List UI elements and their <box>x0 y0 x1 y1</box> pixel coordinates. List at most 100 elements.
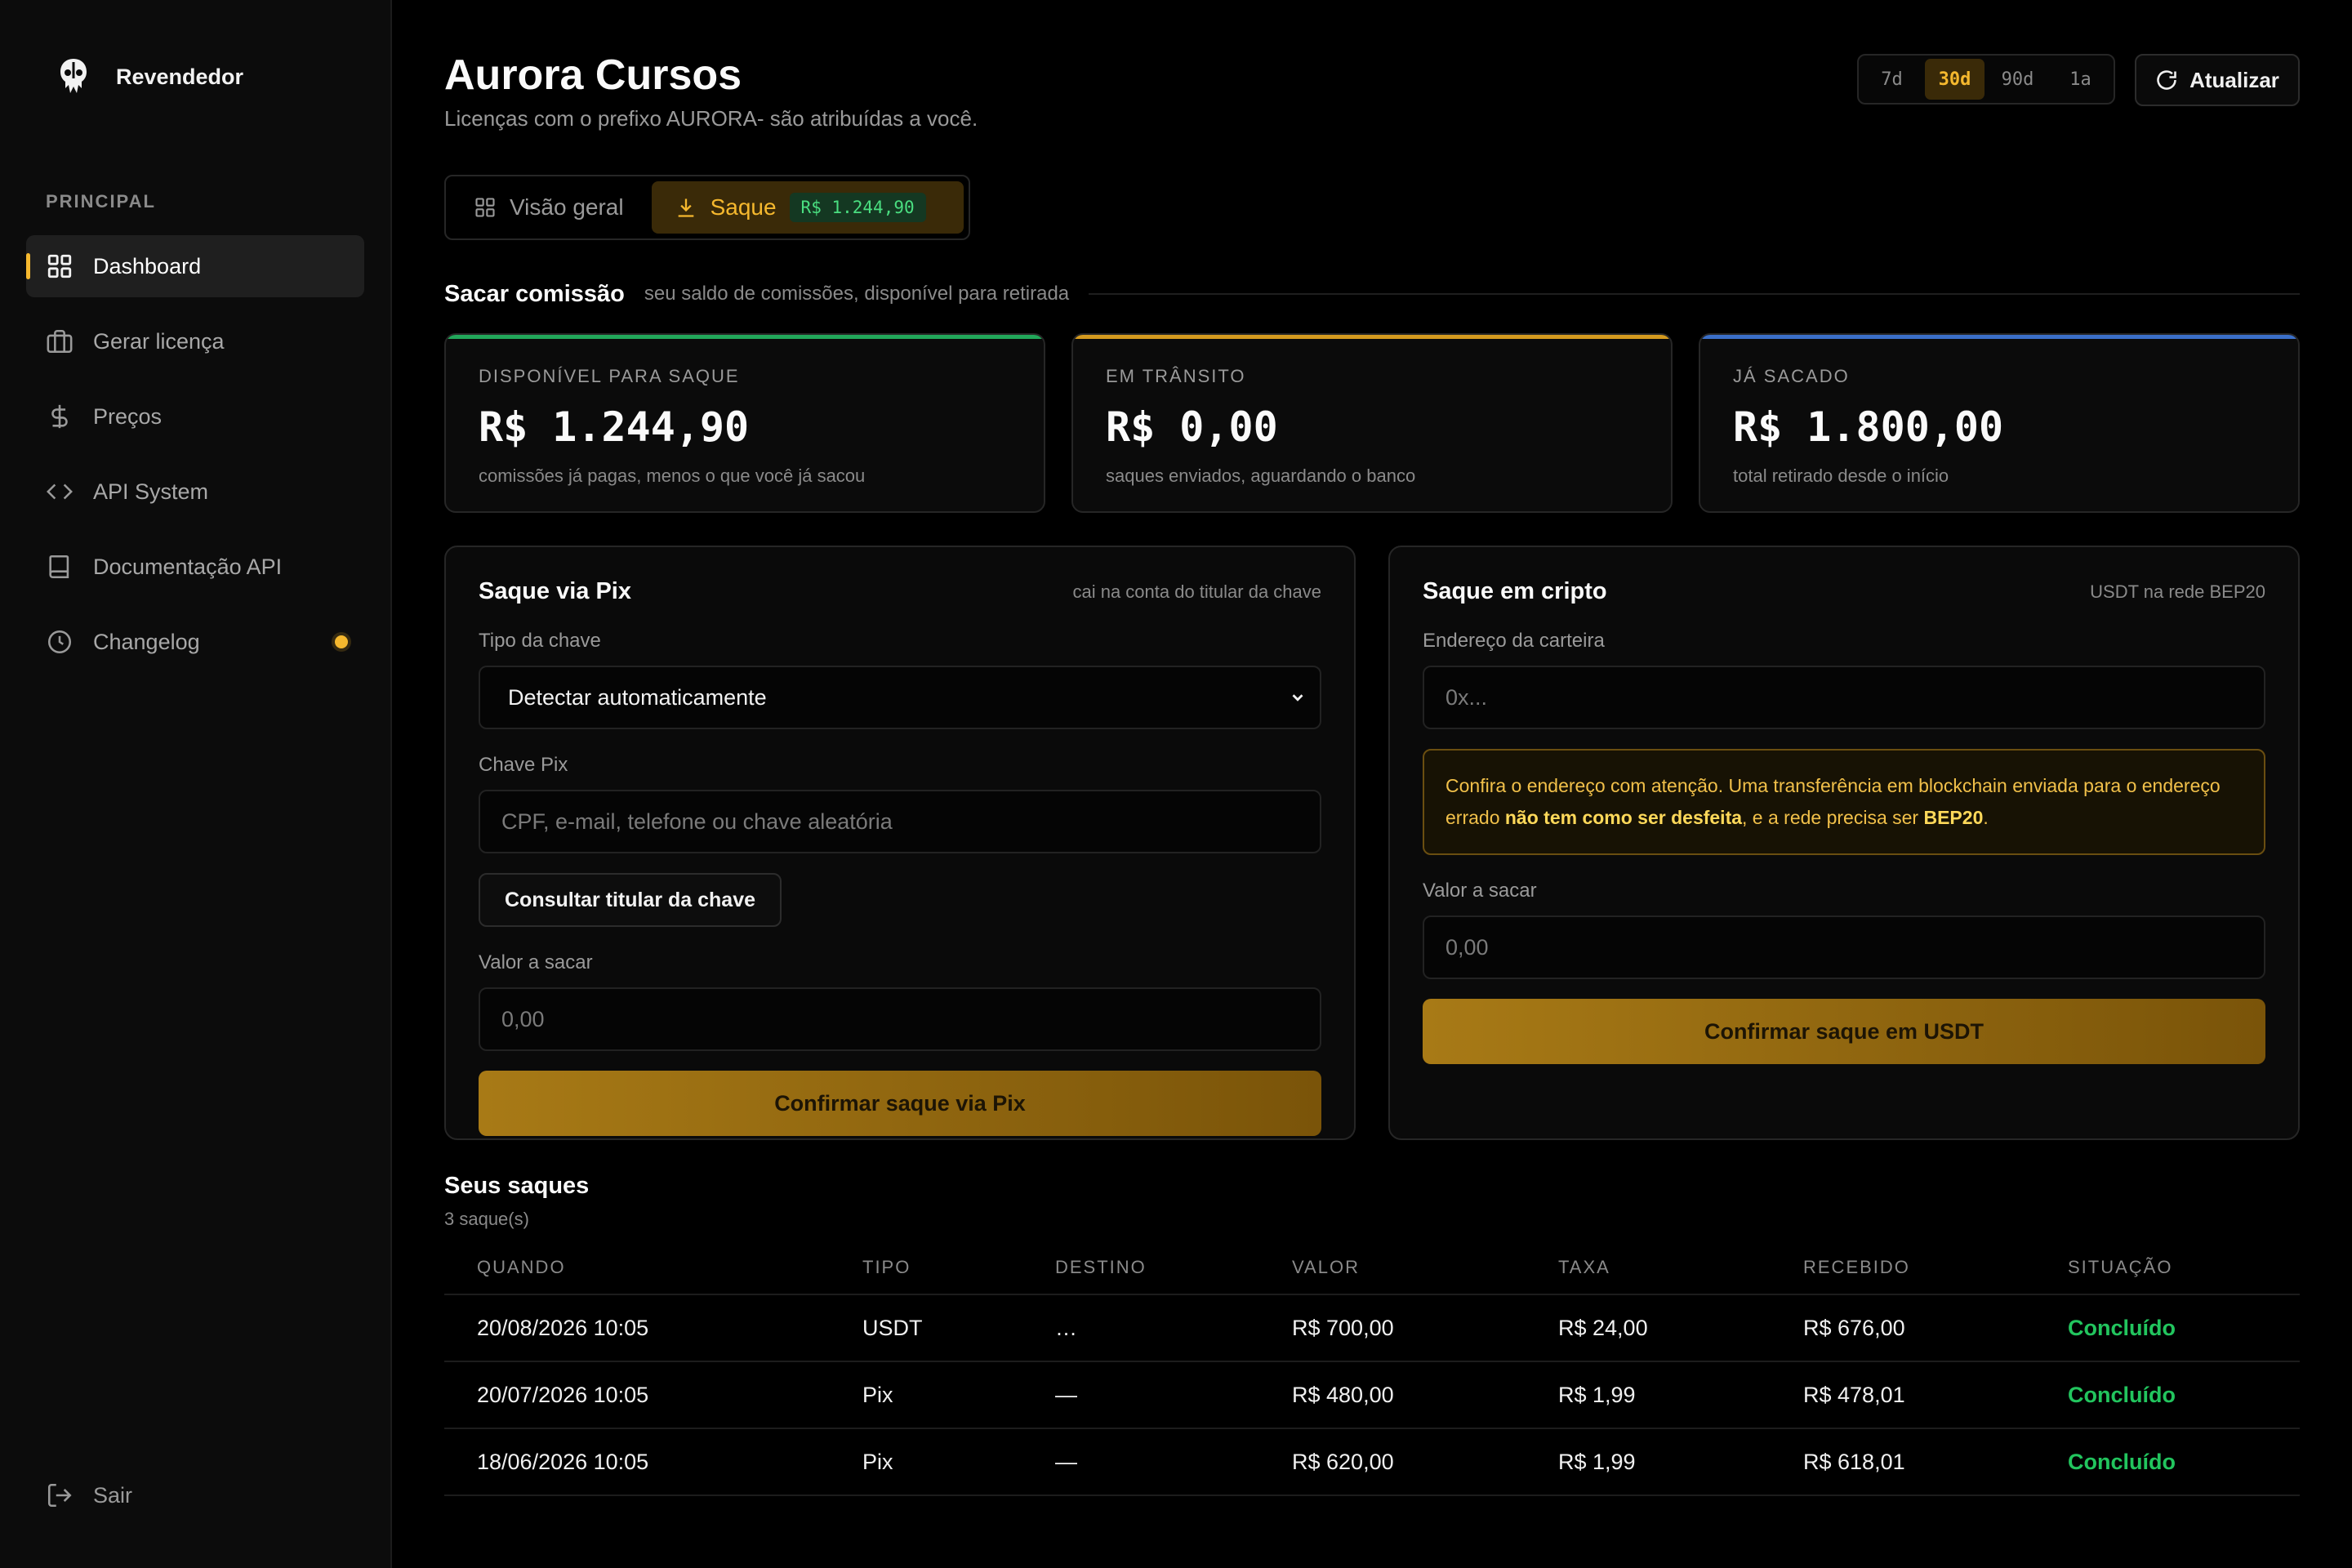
panel-title: Saque em cripto <box>1423 578 1607 604</box>
refresh-label: Atualizar <box>2189 67 2279 92</box>
column-header: TAXA <box>1558 1257 1610 1277</box>
cell-value: R$ 700,00 <box>1292 1315 1394 1340</box>
cell-received: R$ 478,01 <box>1803 1382 1905 1407</box>
warning-text: . <box>1983 807 1989 828</box>
cell-value: R$ 620,00 <box>1292 1449 1394 1474</box>
sidebar-item-label: API System <box>93 479 209 504</box>
status-badge: Concluído <box>2068 1382 2176 1407</box>
sidebar-item-documentacao-api[interactable]: Documentação API <box>26 536 364 598</box>
stat-card-available: DISPONÍVEL PARA SAQUE R$ 1.244,90 comiss… <box>444 333 1045 513</box>
stat-note: comissões já pagas, menos o que você já … <box>479 466 866 486</box>
wallet-placeholder: 0x... <box>1446 684 1488 710</box>
panel-hint: cai na conta do titular da chave <box>1072 581 1321 602</box>
sidebar-item-label: Preços <box>93 403 163 429</box>
sidebar-item-gerar-licenca[interactable]: Gerar licença <box>26 310 364 372</box>
cell-fee: R$ 24,00 <box>1558 1315 1648 1340</box>
brand[interactable]: Revendedor <box>56 57 243 96</box>
sidebar-item-precos[interactable]: Preços <box>26 385 364 448</box>
cell-when: 18/06/2026 10:05 <box>477 1449 649 1474</box>
new-indicator-dot <box>335 635 348 648</box>
confirm-pix-button[interactable]: Confirmar saque via Pix <box>479 1071 1321 1136</box>
warning-emphasis: não tem como ser desfeita <box>1504 807 1743 828</box>
column-header: DESTINO <box>1055 1257 1147 1277</box>
pix-amount-label: Valor a sacar <box>479 951 593 973</box>
stat-label: EM TRÂNSITO <box>1106 366 1246 386</box>
cell-when: 20/08/2026 10:05 <box>477 1315 649 1340</box>
cell-destination: … <box>1055 1315 1077 1340</box>
lookup-key-holder-button[interactable]: Consultar titular da chave <box>479 873 782 927</box>
download-icon <box>678 198 693 217</box>
pix-amount-placeholder: 0,00 <box>501 1006 545 1031</box>
stat-card-withdrawn: JÁ SACADO R$ 1.800,00 total retirado des… <box>1699 333 2300 513</box>
section-header: Sacar comissão seu saldo de comissões, d… <box>444 278 2300 310</box>
sidebar-item-changelog[interactable]: Changelog <box>26 611 364 673</box>
view-tabs: Visão geral Saque R$ 1.244,90 <box>444 175 970 240</box>
column-header: QUANDO <box>477 1257 566 1277</box>
stat-value: R$ 1.800,00 <box>1733 403 2004 451</box>
withdrawals-table: QUANDO TIPO DESTINO VALOR TAXA RECEBIDO … <box>444 1241 2300 1496</box>
balance-badge: R$ 1.244,90 <box>789 193 926 222</box>
withdrawals-title: Seus saques <box>444 1173 590 1199</box>
briefcase-icon <box>47 329 73 354</box>
divider <box>1089 293 2300 295</box>
sidebar-item-label: Changelog <box>93 629 200 654</box>
column-header: RECEBIDO <box>1803 1257 1910 1277</box>
crypto-amount-label: Valor a sacar <box>1423 880 1537 902</box>
warning-network: BEP20 <box>1923 807 1984 828</box>
chevron-down-icon <box>1292 694 1303 702</box>
range-30d-button[interactable]: 30d <box>1925 59 1984 100</box>
logout-label: Sair <box>93 1482 133 1508</box>
range-7d-button[interactable]: 7d <box>1862 59 1922 100</box>
confirm-usdt-button[interactable]: Confirmar saque em USDT <box>1423 999 2265 1064</box>
section-description: seu saldo de comissões, disponível para … <box>644 283 1070 305</box>
cell-type: USDT <box>862 1315 923 1340</box>
stat-card-in-transit: EM TRÂNSITO R$ 0,00 saques enviados, agu… <box>1071 333 1673 513</box>
range-1a-button[interactable]: 1a <box>2051 59 2110 100</box>
key-type-value: Detectar automaticamente <box>508 684 767 710</box>
cell-fee: R$ 1,99 <box>1558 1382 1636 1407</box>
wallet-label: Endereço da carteira <box>1423 630 1605 652</box>
column-header: SITUAÇÃO <box>2068 1257 2173 1277</box>
grid-icon <box>475 198 495 217</box>
sidebar-item-label: Documentação API <box>93 554 283 579</box>
nav-section-label: PRINCIPAL <box>46 191 156 212</box>
tab-saque[interactable]: Saque R$ 1.244,90 <box>651 181 964 234</box>
key-type-label: Tipo da chave <box>479 630 601 652</box>
withdrawals-count: 3 saque(s) <box>444 1209 529 1229</box>
refresh-button[interactable]: Atualizar <box>2135 54 2300 106</box>
wallet-address-input[interactable]: 0x... <box>1423 666 2265 729</box>
cell-fee: R$ 1,99 <box>1558 1449 1636 1474</box>
page-title: Aurora Cursos <box>444 51 742 99</box>
logout-button[interactable]: Sair <box>46 1481 132 1509</box>
stat-label: DISPONÍVEL PARA SAQUE <box>479 366 740 386</box>
pix-key-input[interactable]: CPF, e-mail, telefone ou chave aleatória <box>479 790 1321 853</box>
warning-notice: Confira o endereço com atenção. Uma tran… <box>1423 749 2265 855</box>
key-type-select[interactable]: Detectar automaticamente <box>479 666 1321 729</box>
pix-amount-input[interactable]: 0,00 <box>479 987 1321 1051</box>
cell-received: R$ 676,00 <box>1803 1315 1905 1340</box>
sidebar-item-label: Gerar licença <box>93 328 225 354</box>
refresh-icon <box>2157 70 2176 90</box>
tab-label: Saque <box>710 194 777 220</box>
cell-when: 20/07/2026 10:05 <box>477 1382 649 1407</box>
cell-received: R$ 618,01 <box>1803 1449 1905 1474</box>
cell-destination: — <box>1055 1382 1077 1407</box>
table-row[interactable]: 20/08/2026 10:05 USDT … R$ 700,00 R$ 24,… <box>444 1295 2300 1362</box>
warning-text: , e a rede precisa ser <box>1742 807 1924 828</box>
crypto-amount-input[interactable]: 0,00 <box>1423 915 2265 979</box>
crypto-withdraw-panel: Saque em cripto USDT na rede BEP20 Ender… <box>1388 546 2300 1140</box>
column-header: TIPO <box>862 1257 911 1277</box>
table-row[interactable]: 18/06/2026 10:05 Pix — R$ 620,00 R$ 1,99… <box>444 1429 2300 1496</box>
status-badge: Concluído <box>2068 1315 2176 1340</box>
sidebar-item-api-system[interactable]: API System <box>26 461 364 523</box>
tab-visao-geral[interactable]: Visão geral <box>451 181 647 234</box>
sidebar-item-dashboard[interactable]: Dashboard <box>26 235 364 297</box>
crypto-amount-placeholder: 0,00 <box>1446 934 1489 960</box>
range-90d-button[interactable]: 90d <box>1988 59 2047 100</box>
stat-note: total retirado desde o início <box>1733 466 1949 486</box>
pix-key-label: Chave Pix <box>479 754 568 776</box>
table-header-row: QUANDO TIPO DESTINO VALOR TAXA RECEBIDO … <box>444 1241 2300 1295</box>
table-row[interactable]: 20/07/2026 10:05 Pix — R$ 480,00 R$ 1,99… <box>444 1362 2300 1429</box>
pix-withdraw-panel: Saque via Pix cai na conta do titular da… <box>444 546 1356 1140</box>
stat-label: JÁ SACADO <box>1733 366 1850 386</box>
